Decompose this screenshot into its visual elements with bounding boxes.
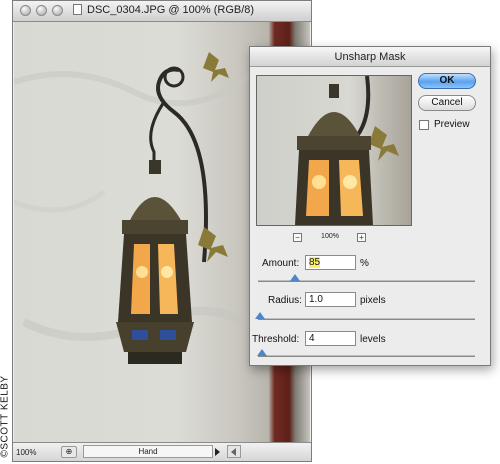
zoom-in-icon[interactable]: + bbox=[357, 233, 366, 242]
radius-value[interactable]: 1.0 bbox=[309, 294, 323, 305]
ok-button[interactable]: OK bbox=[418, 73, 476, 89]
amount-value[interactable]: 85 bbox=[309, 257, 321, 268]
amount-unit: % bbox=[360, 258, 369, 269]
threshold-label: Threshold: bbox=[252, 334, 300, 345]
amount-field[interactable]: 85 bbox=[305, 255, 356, 270]
zoom-light-icon[interactable] bbox=[52, 5, 63, 16]
dialog-title: Unsharp Mask bbox=[334, 51, 406, 63]
zoom-out-icon[interactable]: − bbox=[293, 233, 302, 242]
threshold-slider-track[interactable] bbox=[258, 355, 475, 357]
threshold-field[interactable]: 4 bbox=[305, 331, 356, 346]
file-icon bbox=[73, 4, 82, 15]
threshold-slider-thumb[interactable] bbox=[257, 349, 268, 356]
radius-slider-thumb[interactable] bbox=[255, 312, 266, 319]
status-bar: 100% ⊕ Hand bbox=[13, 442, 311, 461]
radius-slider-track[interactable] bbox=[258, 318, 475, 320]
lantern-preview-photo bbox=[295, 76, 399, 225]
status-tool-field[interactable]: Hand bbox=[83, 445, 213, 458]
preview-checkbox-label[interactable]: Preview bbox=[434, 119, 470, 130]
amount-label: Amount: bbox=[262, 258, 300, 269]
preview-checkbox[interactable] bbox=[419, 120, 429, 130]
document-title-text: DSC_0304.JPG @ 100% (RGB/8) bbox=[87, 4, 255, 16]
unsharp-mask-dialog: Unsharp Mask − 100% + OK Cancel Preview … bbox=[249, 46, 491, 366]
dialog-titlebar[interactable]: Unsharp Mask bbox=[250, 47, 490, 67]
photo-credit: ©SCOTT KELBY bbox=[0, 375, 11, 458]
radius-field[interactable]: 1.0 bbox=[305, 292, 356, 307]
preview-window[interactable] bbox=[256, 75, 412, 226]
status-menu-arrow-icon[interactable] bbox=[215, 448, 220, 456]
status-zoom[interactable]: 100% bbox=[16, 448, 36, 457]
threshold-unit: levels bbox=[360, 334, 386, 345]
radius-unit: pixels bbox=[360, 295, 386, 306]
document-title: DSC_0304.JPG @ 100% (RGB/8) bbox=[73, 4, 254, 16]
amount-slider-thumb[interactable] bbox=[289, 274, 300, 281]
radius-label: Radius: bbox=[268, 295, 302, 306]
threshold-value[interactable]: 4 bbox=[309, 333, 315, 344]
scroll-left-button[interactable] bbox=[227, 445, 241, 458]
minimize-light-icon[interactable] bbox=[36, 5, 47, 16]
status-info-icon[interactable]: ⊕ bbox=[61, 446, 77, 458]
close-light-icon[interactable] bbox=[20, 5, 31, 16]
document-titlebar[interactable]: DSC_0304.JPG @ 100% (RGB/8) bbox=[13, 1, 311, 22]
preview-zoom-level: 100% bbox=[321, 233, 339, 240]
cancel-button[interactable]: Cancel bbox=[418, 95, 476, 111]
